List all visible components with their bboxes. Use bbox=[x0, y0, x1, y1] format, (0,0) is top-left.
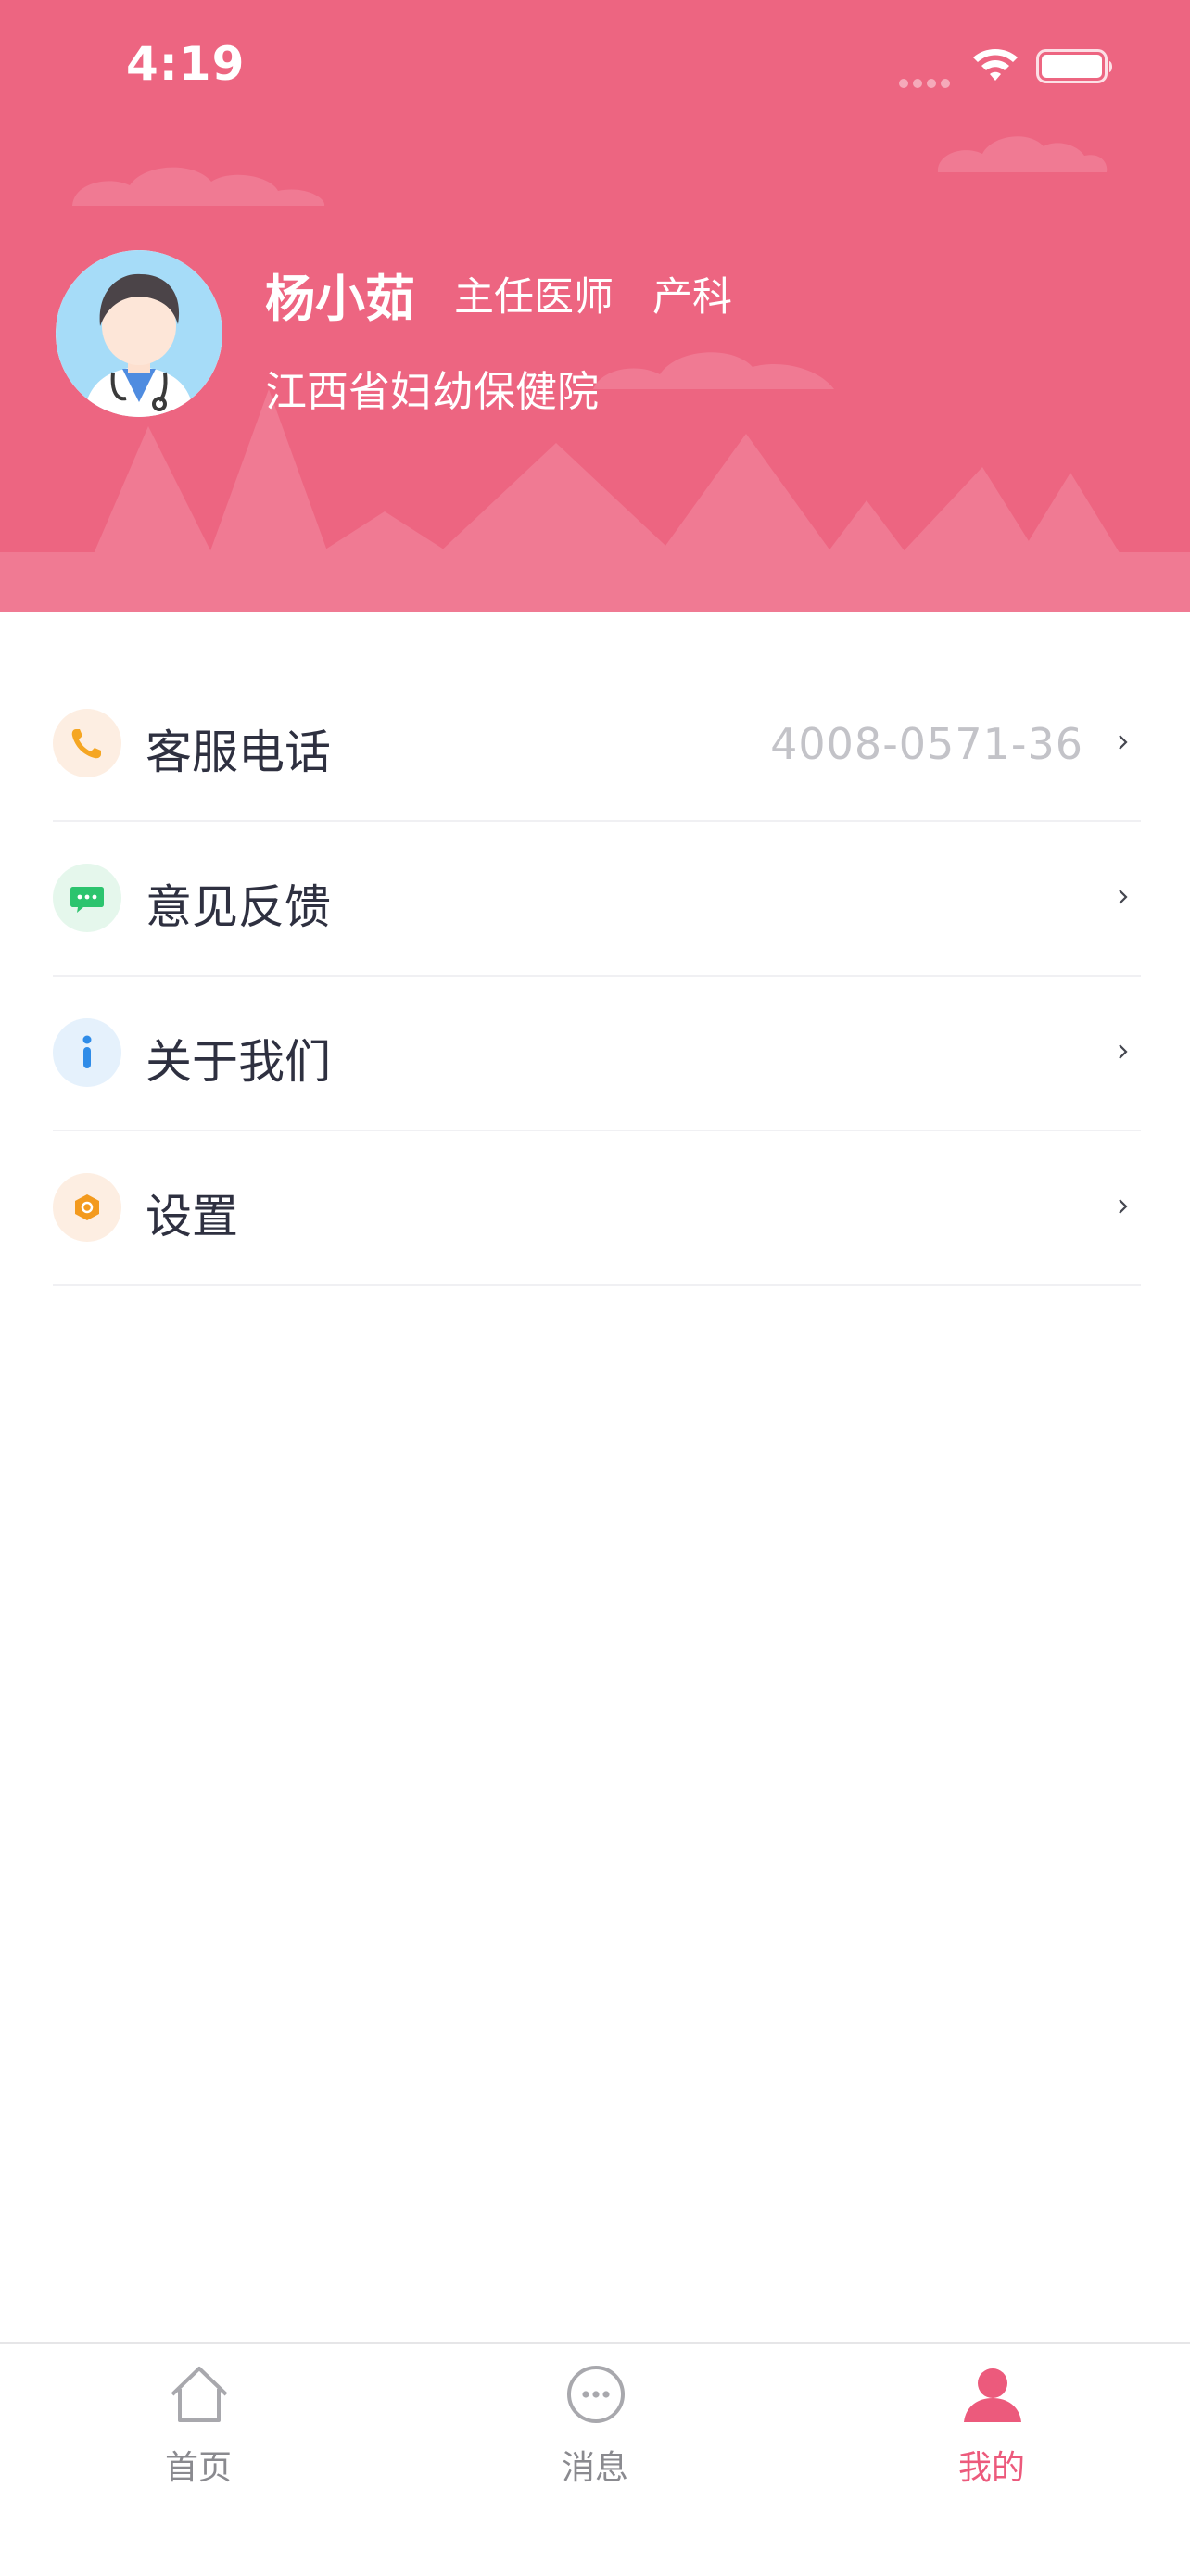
settings-nut-icon bbox=[53, 1173, 121, 1242]
doctor-hospital: 江西省妇幼保健院 bbox=[265, 367, 600, 416]
message-icon bbox=[567, 2366, 625, 2423]
tab-label: 我的 bbox=[957, 2449, 1025, 2487]
chevron-right-icon bbox=[1119, 1044, 1128, 1059]
info-icon bbox=[53, 1018, 121, 1087]
tab-label: 消息 bbox=[561, 2449, 628, 2487]
doctor-department: 产科 bbox=[652, 274, 732, 321]
profile-icon bbox=[964, 2368, 1021, 2422]
menu-item-about-us[interactable]: 关于我们 bbox=[53, 977, 1141, 1131]
home-icon bbox=[171, 2367, 228, 2422]
menu-item-feedback[interactable]: 意见反馈 bbox=[53, 822, 1141, 977]
status-bar: 4:19 bbox=[0, 0, 1190, 130]
customer-service-phone: 4008-0571-36 bbox=[770, 719, 1083, 769]
menu-item-customer-service[interactable]: 客服电话 4008-0571-36 bbox=[53, 667, 1141, 822]
chevron-right-icon bbox=[1119, 735, 1128, 750]
doctor-name: 杨小茹 bbox=[265, 270, 415, 328]
feedback-chat-icon bbox=[53, 864, 121, 932]
battery-icon bbox=[1036, 49, 1112, 83]
profile-header: 4:19 杨小茹 主任医师 产科 江西省妇幼保健院 bbox=[0, 0, 1190, 612]
phone-icon bbox=[53, 709, 121, 777]
menu-item-settings[interactable]: 设置 bbox=[53, 1131, 1141, 1286]
tab-bar: 首页 消息 我的 bbox=[0, 2342, 1190, 2576]
tab-messages[interactable]: 消息 bbox=[397, 2344, 793, 2511]
menu-label: 意见反馈 bbox=[146, 880, 331, 934]
status-time: 4:19 bbox=[126, 37, 246, 91]
tab-label: 首页 bbox=[164, 2449, 232, 2487]
tab-mine[interactable]: 我的 bbox=[793, 2344, 1190, 2511]
settings-menu: 客服电话 4008-0571-36 意见反馈 关于我们 设置 bbox=[0, 667, 1190, 1286]
menu-label: 关于我们 bbox=[146, 1035, 331, 1089]
menu-label: 客服电话 bbox=[146, 726, 331, 779]
menu-label: 设置 bbox=[146, 1190, 238, 1244]
wifi-icon bbox=[973, 49, 1018, 81]
chevron-right-icon bbox=[1119, 1199, 1128, 1214]
doctor-title: 主任医师 bbox=[454, 274, 614, 321]
doctor-avatar-icon[interactable] bbox=[56, 250, 222, 417]
chevron-right-icon bbox=[1119, 890, 1128, 904]
signal-dots-icon bbox=[899, 74, 955, 92]
tab-home[interactable]: 首页 bbox=[0, 2344, 397, 2511]
